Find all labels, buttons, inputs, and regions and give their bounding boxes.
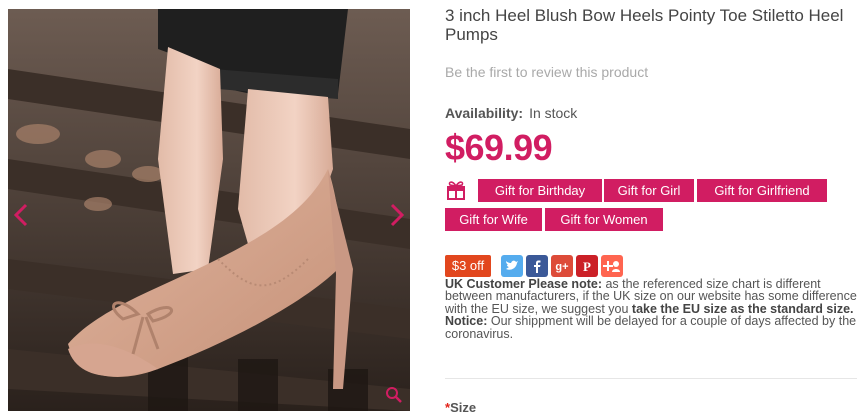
gift-tag-girlfriend[interactable]: Gift for Girlfriend xyxy=(697,179,827,202)
svg-text:P: P xyxy=(583,259,591,274)
twitter-share-button[interactable] xyxy=(501,255,523,277)
add-share-button[interactable] xyxy=(601,255,623,277)
zoom-button[interactable] xyxy=(384,385,404,405)
facebook-icon xyxy=(534,260,541,273)
twitter-icon xyxy=(506,260,518,270)
gift-tag-wife[interactable]: Gift for Wife xyxy=(445,208,542,231)
product-photo xyxy=(8,9,410,411)
availability-value: In stock xyxy=(529,105,578,121)
svg-text:g+: g+ xyxy=(555,261,568,273)
size-label-text: Size xyxy=(450,400,477,415)
gift-tag-birthday[interactable]: Gift for Birthday xyxy=(478,179,602,202)
size-notice: UK Customer Please note: as the referenc… xyxy=(445,278,857,340)
product-price: $69.99 xyxy=(445,127,553,168)
next-image-button[interactable] xyxy=(380,195,410,235)
facebook-share-button[interactable] xyxy=(526,255,548,277)
pinterest-icon: P xyxy=(583,259,591,274)
product-image-gallery[interactable] xyxy=(8,9,410,411)
google-plus-share-button[interactable]: g+ xyxy=(551,255,573,277)
gift-tag-women[interactable]: Gift for Women xyxy=(545,208,663,231)
coupon-badge[interactable]: $3 off xyxy=(445,255,491,277)
gift-icon xyxy=(447,181,465,200)
divider xyxy=(445,378,857,379)
size-option-label: *Size xyxy=(445,400,476,415)
shipping-notice-text: Our shippment will be delayed for a coup… xyxy=(445,314,857,341)
chevron-left-icon xyxy=(13,203,28,227)
product-title: 3 inch Heel Blush Bow Heels Pointy Toe S… xyxy=(445,6,844,44)
add-share-icon xyxy=(603,261,620,272)
availability: Availability: In stock xyxy=(445,105,577,121)
review-link[interactable]: Be the first to review this product xyxy=(445,64,648,80)
gift-tag-girl[interactable]: Gift for Girl xyxy=(604,179,694,202)
pinterest-share-button[interactable]: P xyxy=(576,255,598,277)
chevron-right-icon xyxy=(390,203,405,227)
availability-label: Availability: xyxy=(445,105,524,121)
magnifier-icon xyxy=(386,387,402,403)
previous-image-button[interactable] xyxy=(8,195,38,235)
google-plus-icon: g+ xyxy=(555,261,568,273)
